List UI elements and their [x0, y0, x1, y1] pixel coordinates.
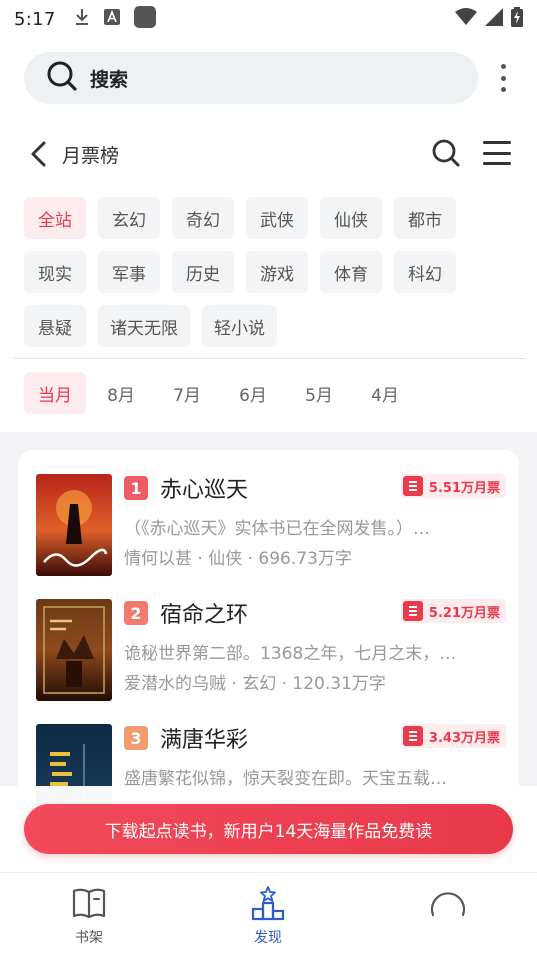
- book-description: 诡秘世界第二部。1368之年，七月之末，…: [124, 644, 457, 664]
- monthly-votes-badge: 3.43万月票: [400, 724, 506, 748]
- book-title: 赤心巡天: [160, 478, 249, 503]
- category-chip[interactable]: 军事: [98, 251, 160, 293]
- nav-discover[interactable]: 发现: [223, 885, 313, 947]
- tab-month[interactable]: 6月: [222, 372, 284, 414]
- tab-month[interactable]: 4月: [354, 372, 416, 414]
- signal-icon: [485, 8, 503, 30]
- app-square-icon: [133, 6, 156, 32]
- page-title: 月票榜: [62, 145, 120, 167]
- divider: [12, 358, 525, 359]
- book-meta: 爱潜水的乌贼 · 玄幻 · 120.31万字: [124, 674, 386, 694]
- nav-profile[interactable]: [403, 885, 493, 927]
- page-header: 月票榜: [0, 132, 537, 176]
- category-chip[interactable]: 玄幻: [98, 197, 160, 239]
- tab-current-month[interactable]: 当月: [24, 372, 86, 414]
- monthly-votes-badge: 5.51万月票: [400, 474, 506, 498]
- search-placeholder: 搜索: [90, 68, 129, 91]
- votes-count: 5.21万月票: [428, 605, 500, 621]
- category-filter: 全站 玄幻 奇幻 武侠 仙侠 都市 现实 军事 历史 游戏 体育 科幻 悬疑 诸…: [24, 197, 514, 359]
- category-chip[interactable]: 悬疑: [24, 305, 86, 347]
- category-chip[interactable]: 都市: [394, 197, 456, 239]
- notification-icons: [74, 6, 156, 32]
- votes-count: 5.51万月票: [428, 480, 500, 496]
- status-time: 5:17: [14, 8, 56, 30]
- status-bar: 5:17: [0, 0, 537, 38]
- list-item[interactable]: 1 赤心巡天 5.51万月票 （《赤心巡天》实体书已在全网发售。）… 情何以甚 …: [36, 474, 506, 578]
- book-title: 宿命之环: [160, 603, 249, 628]
- battery-charging-icon: [511, 7, 523, 31]
- book-cover: [36, 599, 112, 701]
- tab-month[interactable]: 8月: [90, 372, 152, 414]
- more-options-icon[interactable]: [493, 64, 513, 92]
- podium-icon: [223, 885, 313, 921]
- category-chip[interactable]: 仙侠: [320, 197, 382, 239]
- category-chip[interactable]: 历史: [172, 251, 234, 293]
- menu-icon[interactable]: [483, 141, 511, 165]
- search-icon: [46, 60, 78, 96]
- category-chip[interactable]: 科幻: [394, 251, 456, 293]
- ticket-icon: [402, 476, 423, 496]
- download-app-button[interactable]: 下载起点读书，新用户14天海量作品免费读: [24, 804, 513, 854]
- bottom-nav: 书架 发现: [0, 872, 537, 956]
- votes-count: 3.43万月票: [428, 730, 500, 746]
- book-title: 满唐华彩: [160, 728, 249, 753]
- monthly-votes-badge: 5.21万月票: [400, 599, 506, 623]
- tab-month[interactable]: 7月: [156, 372, 218, 414]
- category-chip-all[interactable]: 全站: [24, 197, 86, 239]
- rank-badge: 1: [124, 476, 148, 500]
- category-chip[interactable]: 游戏: [246, 251, 308, 293]
- search-bar[interactable]: 搜索: [24, 52, 478, 104]
- ticket-icon: [402, 601, 423, 621]
- category-chip[interactable]: 现实: [24, 251, 86, 293]
- nav-bookshelf[interactable]: 书架: [44, 885, 134, 947]
- rank-badge: 3: [124, 726, 148, 750]
- text-app-icon: [103, 9, 120, 29]
- category-chip[interactable]: 武侠: [246, 197, 308, 239]
- category-chip[interactable]: 诸天无限: [98, 305, 190, 347]
- download-banner-area: 下载起点读书，新用户14天海量作品免费读: [0, 786, 537, 872]
- month-tabs: 当月 8月 7月 6月 5月 4月: [24, 372, 416, 414]
- book-icon: [44, 885, 134, 921]
- list-item[interactable]: 2 宿命之环 5.21万月票 诡秘世界第二部。1368之年，七月之末，… 爱潜水…: [36, 599, 506, 703]
- book-cover: [36, 474, 112, 576]
- nav-label: 发现: [254, 930, 282, 946]
- nav-label: 书架: [75, 930, 103, 946]
- wifi-icon: [455, 8, 477, 30]
- tab-month[interactable]: 5月: [288, 372, 350, 414]
- profile-icon: [403, 885, 493, 921]
- category-chip[interactable]: 奇幻: [172, 197, 234, 239]
- book-meta: 情何以甚 · 仙侠 · 696.73万字: [124, 549, 352, 569]
- book-description: （《赤心巡天》实体书已在全网发售。）…: [124, 519, 430, 539]
- search-icon[interactable]: [431, 138, 461, 172]
- rank-badge: 2: [124, 601, 148, 625]
- ticket-icon: [402, 726, 423, 746]
- category-chip[interactable]: 体育: [320, 251, 382, 293]
- download-icon: [74, 8, 90, 30]
- back-arrow-icon[interactable]: [28, 140, 50, 168]
- category-chip[interactable]: 轻小说: [202, 305, 277, 347]
